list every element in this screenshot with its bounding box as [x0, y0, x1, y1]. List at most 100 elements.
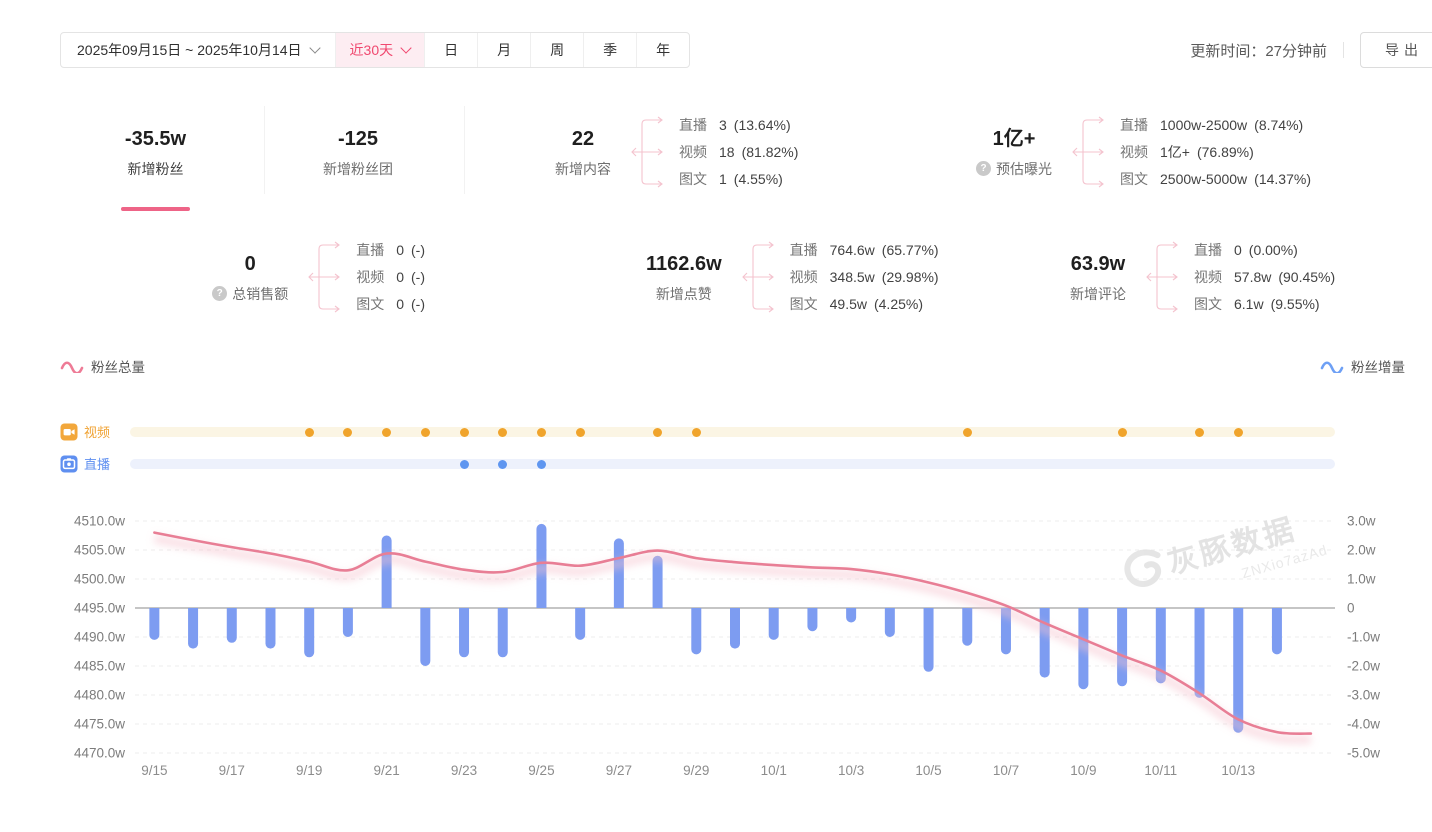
stat-label: 新增点赞: [646, 284, 722, 304]
legend-label: 粉丝增量: [1351, 356, 1405, 376]
breakdown-row: 图文1(4.55%): [679, 166, 798, 193]
breakdown-row: 图文0(-): [356, 291, 425, 318]
stat-value: 22: [555, 126, 611, 152]
video-marker-dot[interactable]: [343, 428, 352, 437]
tab-week[interactable]: 周: [530, 33, 583, 67]
video-marker-dot[interactable]: [692, 428, 701, 437]
breakdown-name: 视频: [1120, 142, 1148, 162]
x-axis-tick: 9/29: [683, 763, 709, 778]
breakdown-name: 图文: [1194, 294, 1222, 314]
stat-number-block: 22新增内容: [549, 126, 617, 179]
video-marker-dot[interactable]: [1195, 428, 1204, 437]
fan-delta-bar: [459, 608, 469, 657]
x-axis-tick: 9/27: [606, 763, 632, 778]
live-marker-dot[interactable]: [460, 460, 469, 469]
right-axis-tick: -4.0w: [1347, 717, 1380, 732]
stat-value: -35.5w: [125, 126, 186, 152]
stat-value: -125: [323, 126, 393, 152]
legend-label: 粉丝总量: [91, 356, 145, 376]
video-timeline-row: 视频: [60, 422, 1335, 442]
live-marker-dot[interactable]: [498, 460, 507, 469]
stat-value: 1亿+: [976, 126, 1052, 152]
right-axis-tick: -5.0w: [1347, 746, 1380, 761]
breakdown-tree-connector: [1072, 111, 1110, 193]
legend-fans-delta[interactable]: 粉丝增量: [1320, 356, 1405, 376]
breakdown-row: 直播764.6w(65.77%): [790, 236, 939, 263]
stat-card-new-content[interactable]: 22新增内容直播3(13.64%)视频18(81.82%)图文1(4.55%): [465, 96, 940, 208]
breakdown-name: 直播: [679, 115, 707, 135]
video-marker-dot[interactable]: [963, 428, 972, 437]
right-axis-tick: -2.0w: [1347, 659, 1380, 674]
topbar-right: 更新时间：27分钟前 导出: [1190, 32, 1432, 68]
export-button[interactable]: 导出: [1360, 32, 1432, 68]
breakdown-row: 图文49.5w(4.25%): [790, 291, 939, 318]
x-axis-tick: 10/13: [1221, 763, 1255, 778]
breakdown-value: 348.5w: [830, 269, 875, 285]
breakdown-row: 视频57.8w(90.45%): [1194, 263, 1335, 290]
right-axis-tick: -3.0w: [1347, 688, 1380, 703]
breakdown-name: 视频: [1194, 267, 1222, 287]
help-icon[interactable]: ?: [212, 286, 227, 301]
fan-delta-bar: [1272, 608, 1282, 654]
stat-card-estimated-exposure[interactable]: 1亿+?预估曝光直播1000w-2500w(8.74%)视频1亿+(76.89%…: [940, 96, 1432, 208]
stat-card-total-sales[interactable]: 0?总销售额直播0(-)视频0(-)图文0(-): [60, 222, 480, 332]
legend-fans-total[interactable]: 粉丝总量: [60, 356, 145, 376]
fan-delta-bar: [498, 608, 508, 657]
breakdown-value: 764.6w: [830, 242, 875, 258]
watermark: 灰豚数据ZNXio7azAd: [1124, 503, 1330, 611]
breakdown-row: 视频0(-): [356, 263, 425, 290]
video-marker-dot[interactable]: [498, 428, 507, 437]
video-marker-dot[interactable]: [382, 428, 391, 437]
video-marker-dot[interactable]: [421, 428, 430, 437]
stat-value: 1162.6w: [646, 251, 722, 277]
breakdown-name: 图文: [790, 294, 818, 314]
tab-quarter[interactable]: 季: [583, 33, 636, 67]
right-axis-tick: 0: [1347, 601, 1355, 616]
tab-year[interactable]: 年: [636, 33, 689, 67]
live-timeline-row: 直播: [60, 454, 1335, 474]
video-marker-dot[interactable]: [537, 428, 546, 437]
tab-month[interactable]: 月: [477, 33, 530, 67]
breakdown-list: 直播0(-)视频0(-)图文0(-): [356, 236, 425, 318]
fan-delta-bar: [575, 608, 585, 640]
fan-delta-bar: [962, 608, 972, 646]
stat-card-new-comments[interactable]: 63.9w新增评论直播0(0.00%)视频57.8w(90.45%)图文6.1w…: [1000, 222, 1432, 332]
help-icon[interactable]: ?: [976, 161, 991, 176]
breakdown-percent: (65.77%): [882, 242, 939, 258]
stat-card-new-likes[interactable]: 1162.6w新增点赞直播764.6w(65.77%)视频348.5w(29.9…: [590, 222, 1010, 332]
breakdown-row: 图文2500w-5000w(14.37%): [1120, 166, 1311, 193]
stat-card-new-fans[interactable]: -35.5w新增粉丝: [60, 96, 265, 208]
breakdown-value: 2500w-5000w: [1160, 171, 1247, 187]
fan-delta-bar: [846, 608, 856, 623]
breakdown-row: 直播1000w-2500w(8.74%): [1120, 111, 1311, 138]
video-marker-dot[interactable]: [1118, 428, 1127, 437]
breakdown-name: 视频: [356, 267, 384, 287]
breakdown-percent: (9.55%): [1271, 296, 1320, 312]
breakdown-percent: (8.74%): [1254, 117, 1303, 133]
breakdown-row: 直播0(-): [356, 236, 425, 263]
stat-value: 63.9w: [1070, 251, 1126, 277]
breakdown-name: 直播: [1194, 240, 1222, 260]
video-icon: [60, 423, 78, 441]
video-marker-dot[interactable]: [305, 428, 314, 437]
stat-label: 新增评论: [1070, 284, 1126, 304]
video-marker-dot[interactable]: [460, 428, 469, 437]
tab-day[interactable]: 日: [424, 33, 477, 67]
video-marker-dot[interactable]: [576, 428, 585, 437]
stat-card-new-fan-club[interactable]: -125新增粉丝团: [265, 96, 465, 208]
blue-wave-icon: [1320, 359, 1344, 373]
quick-range-button[interactable]: 近30天: [335, 33, 425, 67]
live-marker-dot[interactable]: [537, 460, 546, 469]
fan-delta-bar: [1040, 608, 1050, 678]
live-marker-track: [130, 459, 1335, 469]
date-range-picker[interactable]: 2025年09月15日 ~ 2025年10月14日: [61, 33, 335, 67]
video-marker-dot[interactable]: [1234, 428, 1243, 437]
breakdown-tree-connector: [308, 236, 346, 318]
video-marker-dot[interactable]: [653, 428, 662, 437]
fan-delta-bar: [149, 608, 159, 640]
fan-delta-bar: [265, 608, 275, 649]
stat-label: ?总销售额: [212, 284, 288, 304]
right-axis-tick: 2.0w: [1347, 543, 1376, 558]
breakdown-name: 视频: [679, 142, 707, 162]
breakdown-name: 直播: [1120, 115, 1148, 135]
